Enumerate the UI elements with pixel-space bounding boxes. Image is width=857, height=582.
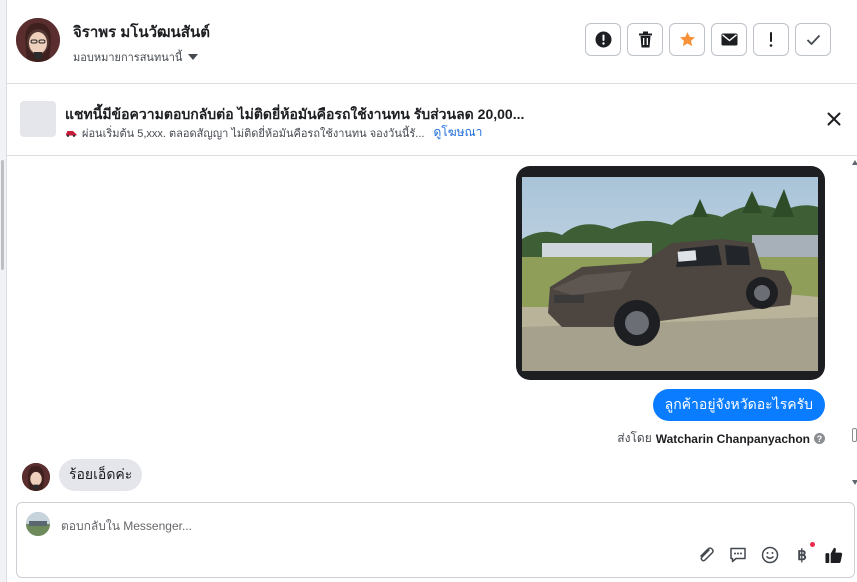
conversation-header: จิราพร มโนวัฒนสันต์ มอบหมายการสนทนานี้ [7, 0, 857, 84]
chat-bubble-dots-icon [730, 547, 746, 563]
attach-button[interactable] [697, 546, 715, 564]
star-icon [679, 32, 695, 47]
smiley-icon [761, 546, 779, 564]
sent-by-name: Watcharin Chanpanyachon [655, 431, 810, 446]
ad-subtitle: ผ่อนเริ่มต้น 5,xxx. ตลอดสัญญา ไม่ติดยี่ห… [82, 127, 425, 140]
scroll-up-arrow-icon[interactable] [852, 160, 857, 165]
delete-button[interactable] [627, 23, 663, 56]
sent-by-row: ส่งโดย Watcharin Chanpanyachon ? [617, 429, 825, 448]
mark-unread-button[interactable] [711, 23, 747, 56]
assign-label: มอบหมายการสนทนานี้ [73, 52, 183, 64]
pickup-truck-photo[interactable] [522, 177, 818, 371]
header-actions [585, 23, 831, 56]
help-icon[interactable]: ? [814, 433, 825, 444]
mark-spam-button[interactable] [585, 23, 621, 56]
alert-circle-icon [595, 31, 611, 48]
ad-subtitle-row: ผ่อนเริ่มต้น 5,xxx. ตลอดสัญญา ไม่ติดยี่ห… [65, 123, 482, 142]
paperclip-icon [700, 547, 714, 562]
baht-icon: ฿ [797, 547, 807, 564]
scrollbar-thumb[interactable] [852, 428, 857, 442]
sent-by-label: ส่งโดย [617, 431, 652, 445]
notification-dot [810, 542, 815, 547]
contact-name[interactable]: จิราพร มโนวัฒนสันต์ [73, 20, 210, 44]
car-emoji-icon [66, 130, 77, 137]
follow-up-button[interactable] [753, 23, 789, 56]
outgoing-message-bubble[interactable]: ลูกค้าอยู่จังหวัดอะไรครับ [652, 389, 825, 421]
image-message[interactable] [516, 166, 825, 380]
ad-context-bar: แชทนี้มีข้อความตอบกลับต่อ ไม่ติดยี่ห้อมั… [7, 84, 857, 156]
close-ad-bar-button[interactable] [825, 110, 843, 128]
caret-down-icon [188, 54, 199, 60]
view-ad-link[interactable]: ดูโฆษณา [433, 123, 482, 142]
payment-button[interactable]: ฿ [793, 542, 815, 564]
thumbs-up-icon [825, 547, 843, 564]
contact-avatar-small [22, 463, 50, 491]
like-button[interactable] [825, 546, 843, 564]
composer-tools: ฿ [697, 542, 843, 564]
message-thread[interactable]: ลูกค้าอยู่จังหวัดอะไรครับ ส่งโดย Watchar… [7, 156, 857, 501]
contact-avatar[interactable] [16, 18, 60, 62]
saved-replies-button[interactable] [729, 546, 747, 564]
incoming-message-bubble[interactable]: ร้อยเอ็ดค่ะ [59, 459, 143, 491]
close-icon [827, 112, 841, 126]
emoji-button[interactable] [761, 546, 779, 564]
ad-thumbnail [20, 101, 56, 137]
mark-done-button[interactable] [795, 23, 831, 56]
page-avatar [26, 512, 50, 536]
assign-conversation-dropdown[interactable]: มอบหมายการสนทนานี้ [73, 48, 199, 66]
exclamation-icon [769, 32, 773, 47]
scroll-down-arrow-icon[interactable] [852, 480, 857, 485]
star-button[interactable] [669, 23, 705, 56]
check-icon [806, 34, 820, 45]
reply-composer[interactable]: ตอบกลับใน Messenger... ฿ [16, 502, 855, 578]
left-rail [0, 0, 7, 582]
rail-scroll-grip[interactable] [1, 160, 4, 270]
reply-input[interactable]: ตอบกลับใน Messenger... [61, 517, 192, 536]
trash-icon [638, 31, 652, 48]
envelope-icon [721, 33, 737, 46]
